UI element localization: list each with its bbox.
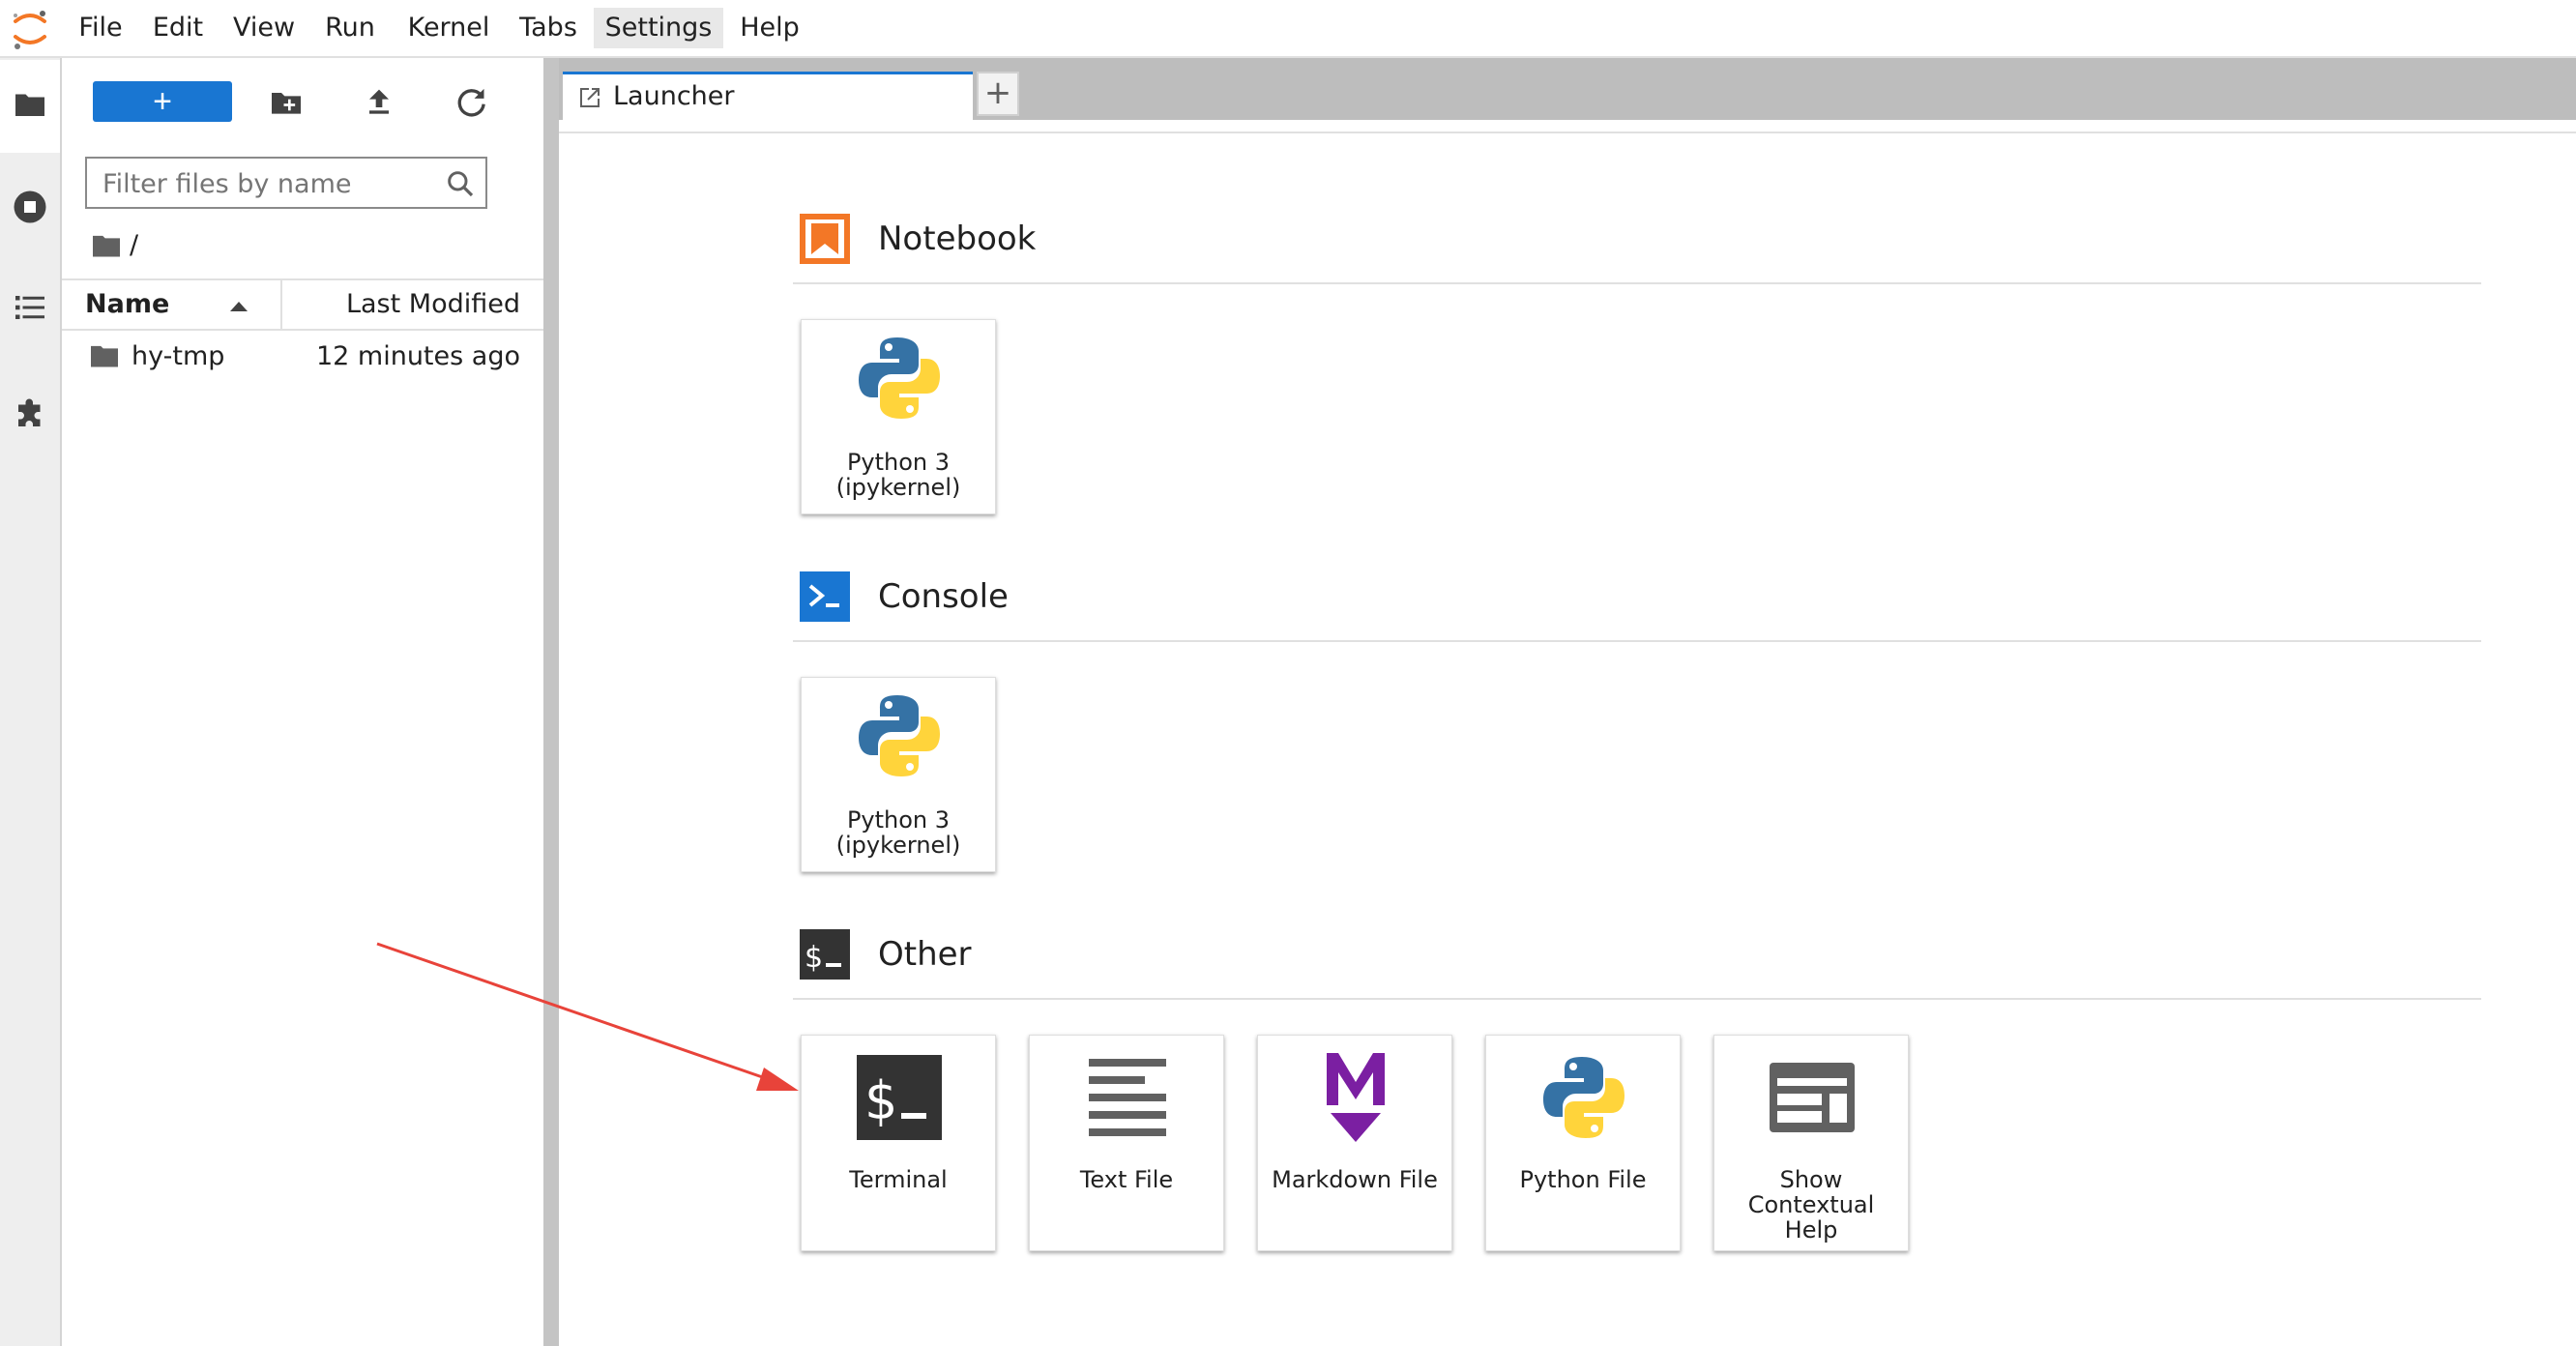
breadcrumb-root[interactable]: / bbox=[130, 228, 138, 263]
folder-icon bbox=[15, 94, 44, 116]
new-launcher-button[interactable]: + bbox=[93, 81, 232, 122]
terminal-icon: $ bbox=[857, 1055, 942, 1140]
filter-box bbox=[85, 157, 487, 209]
activity-running[interactable] bbox=[0, 162, 60, 255]
contextual-help-icon bbox=[1770, 1063, 1855, 1132]
notebook-icon bbox=[800, 214, 850, 264]
jupyter-logo-icon bbox=[14, 11, 46, 49]
card-label: Text File bbox=[1079, 1166, 1174, 1193]
filter-files-input[interactable] bbox=[101, 166, 424, 201]
card-notebook-python3[interactable]: Python 3 (ipykernel) bbox=[801, 319, 996, 514]
terminal-section-icon: $ bbox=[800, 929, 850, 980]
card-label: Terminal bbox=[849, 1166, 948, 1193]
menu-settings[interactable]: Settings bbox=[594, 8, 723, 48]
card-text-file[interactable]: Text File bbox=[1029, 1035, 1224, 1251]
card-label: Python 3 (ipykernel) bbox=[835, 806, 961, 859]
file-modified: 12 minutes ago bbox=[315, 341, 520, 371]
menu-edit[interactable]: Edit bbox=[143, 8, 213, 48]
svg-text:$: $ bbox=[805, 941, 823, 975]
card-python-file[interactable]: Python File bbox=[1485, 1035, 1681, 1251]
menu-tabs[interactable]: Tabs bbox=[512, 8, 584, 48]
file-row[interactable]: hy-tmp 12 minutes ago bbox=[62, 333, 543, 381]
new-folder-icon bbox=[272, 93, 301, 114]
menu-file[interactable]: File bbox=[68, 8, 133, 48]
folder-icon bbox=[91, 345, 118, 367]
file-browser-panel: + / Name Las bbox=[62, 58, 543, 1346]
section-divider bbox=[793, 282, 2481, 284]
add-tab-button[interactable]: + bbox=[977, 72, 1019, 116]
new-folder-button[interactable] bbox=[267, 83, 306, 122]
section-title-other: Other bbox=[878, 935, 972, 974]
menu-bar: File Edit View Run Kernel Tabs Settings … bbox=[0, 0, 2576, 58]
activity-extensions[interactable] bbox=[0, 367, 60, 460]
search-icon bbox=[448, 171, 474, 197]
column-divider[interactable] bbox=[280, 280, 282, 329]
card-contextual-help[interactable]: Show Contextual Help bbox=[1713, 1035, 1909, 1251]
sort-ascending-icon bbox=[230, 302, 248, 311]
markdown-icon bbox=[1327, 1053, 1385, 1142]
panel-resize-handle[interactable] bbox=[543, 58, 559, 1346]
file-name: hy-tmp bbox=[132, 341, 225, 371]
table-of-contents-icon bbox=[15, 296, 44, 319]
launcher-icon bbox=[580, 88, 600, 107]
activity-toc[interactable] bbox=[0, 263, 60, 356]
refresh-button[interactable] bbox=[453, 83, 491, 122]
menu-view[interactable]: View bbox=[224, 8, 304, 48]
launcher-top-border bbox=[559, 132, 2576, 133]
upload-icon bbox=[369, 89, 389, 114]
card-console-python3[interactable]: Python 3 (ipykernel) bbox=[801, 677, 996, 872]
card-terminal[interactable]: $ Terminal bbox=[801, 1035, 996, 1251]
tab-label: Launcher bbox=[613, 81, 735, 111]
listing-header: Name Last Modified bbox=[62, 278, 543, 331]
card-label: Show Contextual Help bbox=[1747, 1166, 1875, 1244]
menu-help[interactable]: Help bbox=[733, 8, 806, 48]
column-last-modified-header[interactable]: Last Modified bbox=[346, 280, 520, 329]
section-divider bbox=[793, 998, 2481, 1000]
card-label: Python File bbox=[1519, 1166, 1647, 1193]
activity-bar bbox=[0, 58, 62, 1346]
refresh-icon bbox=[457, 88, 485, 117]
main-dock-area: Launcher + Notebook Python 3 (ipykernel)… bbox=[559, 58, 2576, 1346]
python-icon bbox=[1543, 1057, 1625, 1138]
card-label: Python 3 (ipykernel) bbox=[835, 449, 961, 501]
python-icon bbox=[859, 337, 940, 419]
python-icon bbox=[859, 695, 940, 776]
extension-puzzle-icon bbox=[18, 398, 41, 426]
tab-bar: Launcher + bbox=[559, 58, 2576, 124]
home-folder-icon[interactable] bbox=[91, 232, 122, 259]
text-file-icon bbox=[1089, 1059, 1166, 1136]
menu-kernel[interactable]: Kernel bbox=[396, 8, 501, 48]
section-divider bbox=[793, 640, 2481, 642]
activity-file-browser[interactable] bbox=[0, 60, 60, 153]
svg-text:$: $ bbox=[864, 1070, 897, 1131]
section-title-console: Console bbox=[878, 577, 1009, 616]
card-markdown-file[interactable]: Markdown File bbox=[1257, 1035, 1452, 1251]
menu-run[interactable]: Run bbox=[315, 8, 385, 48]
console-icon bbox=[800, 571, 850, 622]
section-title-notebook: Notebook bbox=[878, 219, 1037, 258]
running-stop-icon bbox=[14, 190, 46, 223]
upload-button[interactable] bbox=[360, 83, 398, 122]
tab-launcher[interactable]: Launcher bbox=[563, 72, 973, 124]
card-label: Markdown File bbox=[1272, 1166, 1438, 1193]
column-name-header[interactable]: Name bbox=[85, 280, 169, 329]
